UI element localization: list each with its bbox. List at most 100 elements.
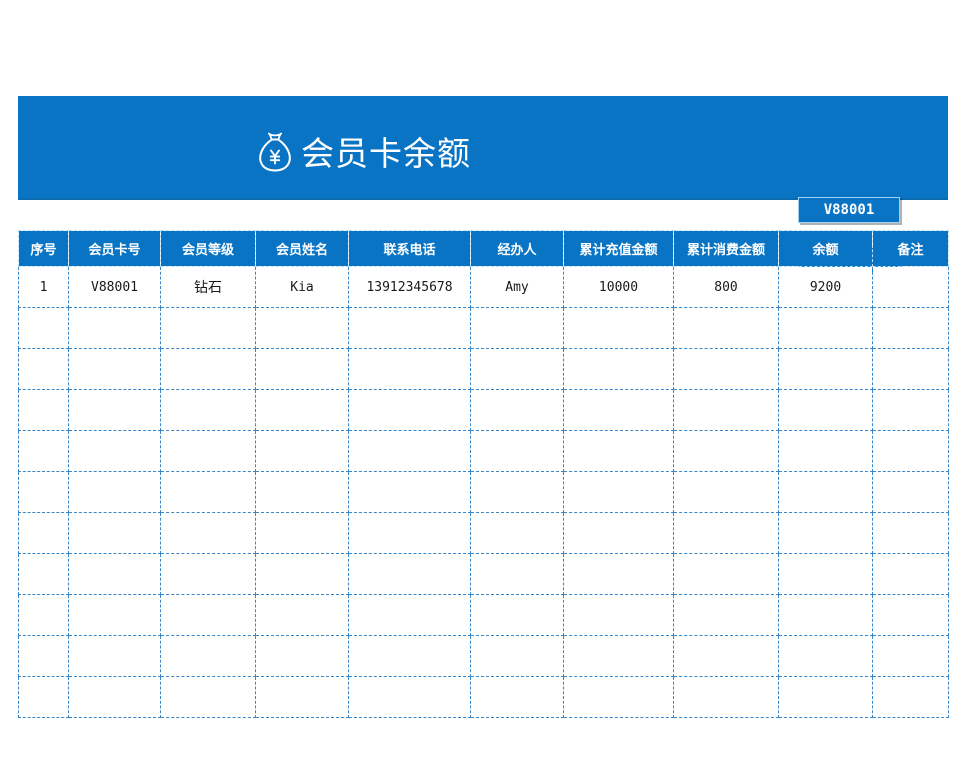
- table-row[interactable]: [18, 348, 949, 390]
- table-cell[interactable]: [18, 348, 69, 390]
- table-cell[interactable]: [470, 471, 564, 513]
- table-cell[interactable]: 13912345678: [348, 266, 471, 308]
- table-row[interactable]: [18, 307, 949, 349]
- table-cell[interactable]: [470, 635, 564, 677]
- table-cell[interactable]: [563, 676, 674, 718]
- table-cell[interactable]: [68, 553, 161, 595]
- table-cell[interactable]: [563, 553, 674, 595]
- table-row[interactable]: [18, 389, 949, 431]
- table-cell[interactable]: [68, 307, 161, 349]
- table-cell[interactable]: [778, 594, 873, 636]
- table-cell[interactable]: [348, 676, 471, 718]
- table-cell[interactable]: [872, 389, 949, 431]
- table-cell[interactable]: 9200: [778, 266, 873, 308]
- table-row[interactable]: [18, 512, 949, 554]
- table-cell[interactable]: [872, 676, 949, 718]
- table-cell[interactable]: 10000: [563, 266, 674, 308]
- table-cell[interactable]: [778, 389, 873, 431]
- table-cell[interactable]: [872, 594, 949, 636]
- table-cell[interactable]: [68, 471, 161, 513]
- table-cell[interactable]: [348, 553, 471, 595]
- table-cell[interactable]: [673, 389, 779, 431]
- table-cell[interactable]: [160, 676, 256, 718]
- table-cell[interactable]: [68, 676, 161, 718]
- table-cell[interactable]: [872, 348, 949, 390]
- table-cell[interactable]: [778, 676, 873, 718]
- table-cell[interactable]: [160, 471, 256, 513]
- table-cell[interactable]: [872, 430, 949, 472]
- table-cell[interactable]: [255, 635, 349, 677]
- table-cell[interactable]: [18, 676, 69, 718]
- table-cell[interactable]: [470, 676, 564, 718]
- table-cell[interactable]: Amy: [470, 266, 564, 308]
- table-row[interactable]: [18, 635, 949, 677]
- table-cell[interactable]: [255, 553, 349, 595]
- table-cell[interactable]: [348, 307, 471, 349]
- table-cell[interactable]: 1: [18, 266, 69, 308]
- table-cell[interactable]: [778, 553, 873, 595]
- table-cell[interactable]: [872, 471, 949, 513]
- table-row[interactable]: [18, 471, 949, 513]
- table-cell[interactable]: [778, 430, 873, 472]
- table-cell[interactable]: [673, 307, 779, 349]
- table-cell[interactable]: [563, 389, 674, 431]
- table-cell[interactable]: [18, 512, 69, 554]
- table-cell[interactable]: [673, 594, 779, 636]
- table-cell[interactable]: [872, 266, 949, 308]
- table-cell[interactable]: [563, 430, 674, 472]
- table-cell[interactable]: [470, 307, 564, 349]
- table-cell[interactable]: Kia: [255, 266, 349, 308]
- table-cell[interactable]: [470, 389, 564, 431]
- table-cell[interactable]: [348, 635, 471, 677]
- table-cell[interactable]: [18, 430, 69, 472]
- table-cell[interactable]: [68, 594, 161, 636]
- table-cell[interactable]: [470, 512, 564, 554]
- table-cell[interactable]: [778, 471, 873, 513]
- table-cell[interactable]: [673, 512, 779, 554]
- table-cell[interactable]: [470, 553, 564, 595]
- table-cell[interactable]: V88001: [68, 266, 161, 308]
- table-cell[interactable]: [18, 389, 69, 431]
- table-cell[interactable]: [348, 348, 471, 390]
- table-cell[interactable]: [348, 430, 471, 472]
- table-cell[interactable]: [872, 512, 949, 554]
- table-cell[interactable]: [563, 512, 674, 554]
- table-cell[interactable]: [563, 635, 674, 677]
- table-cell[interactable]: [673, 676, 779, 718]
- table-cell[interactable]: [673, 635, 779, 677]
- table-cell[interactable]: [673, 348, 779, 390]
- table-cell[interactable]: 800: [673, 266, 779, 308]
- table-cell[interactable]: [778, 307, 873, 349]
- table-cell[interactable]: [255, 512, 349, 554]
- table-cell[interactable]: [68, 389, 161, 431]
- table-cell[interactable]: [778, 348, 873, 390]
- table-cell[interactable]: [255, 389, 349, 431]
- table-cell[interactable]: [470, 430, 564, 472]
- table-cell[interactable]: [18, 307, 69, 349]
- table-cell[interactable]: [348, 471, 471, 513]
- table-cell[interactable]: [563, 471, 674, 513]
- table-cell[interactable]: [563, 307, 674, 349]
- table-cell[interactable]: [68, 512, 161, 554]
- table-cell[interactable]: [18, 553, 69, 595]
- table-cell[interactable]: 钻石: [160, 266, 256, 308]
- table-cell[interactable]: [68, 635, 161, 677]
- card-number-input[interactable]: V88001: [798, 197, 900, 223]
- table-cell[interactable]: [160, 430, 256, 472]
- table-cell[interactable]: [18, 471, 69, 513]
- table-cell[interactable]: [68, 348, 161, 390]
- table-cell[interactable]: [348, 389, 471, 431]
- table-cell[interactable]: [160, 389, 256, 431]
- table-cell[interactable]: [673, 471, 779, 513]
- table-cell[interactable]: [255, 430, 349, 472]
- table-cell[interactable]: [470, 594, 564, 636]
- table-row[interactable]: 1 V88001 钻石 Kia 13912345678 Amy 10000 800 9200: [18, 266, 949, 308]
- table-cell[interactable]: [778, 512, 873, 554]
- table-cell[interactable]: [255, 676, 349, 718]
- table-cell[interactable]: [470, 348, 564, 390]
- table-cell[interactable]: [255, 594, 349, 636]
- table-cell[interactable]: [255, 307, 349, 349]
- table-cell[interactable]: [18, 635, 69, 677]
- table-cell[interactable]: [160, 307, 256, 349]
- table-row[interactable]: [18, 594, 949, 636]
